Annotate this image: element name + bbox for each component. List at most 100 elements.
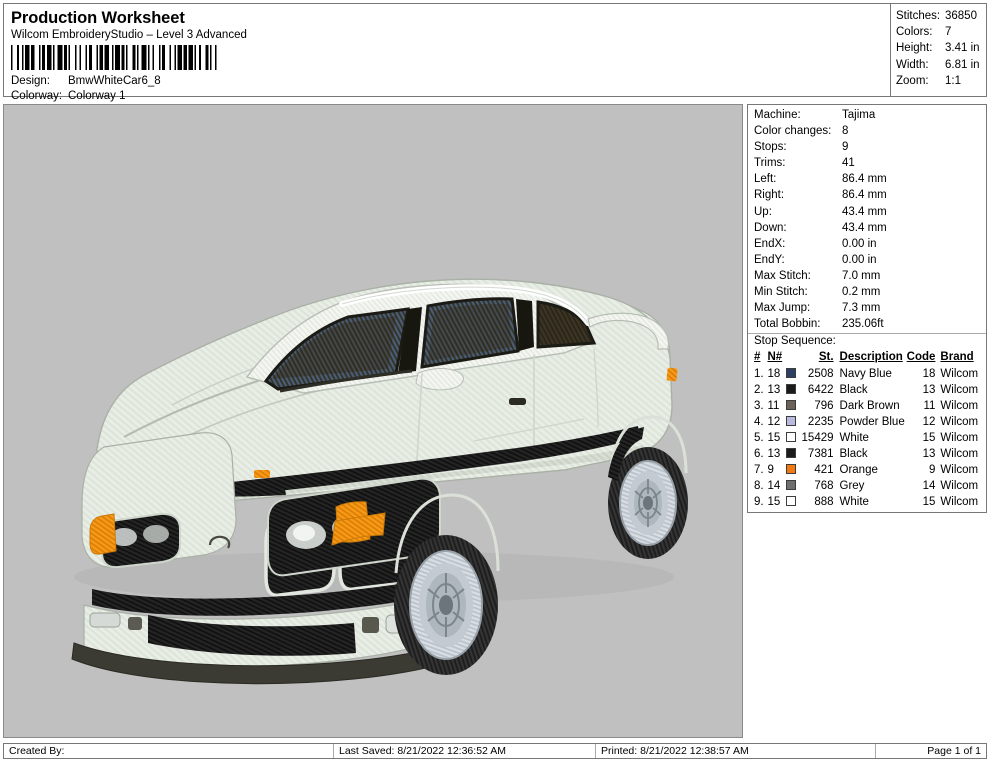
color-swatch-cell xyxy=(785,478,797,494)
machine-info-value: 235.06ft xyxy=(842,316,986,332)
color-swatch-cell xyxy=(785,398,797,414)
thread-brand: Wilcom xyxy=(940,414,986,430)
thread-code: 14 xyxy=(905,478,941,494)
product-subtitle: Wilcom EmbroideryStudio – Level 3 Advanc… xyxy=(11,29,890,42)
machine-info-row: Stops:9 xyxy=(748,139,986,155)
summary-label: Width: xyxy=(896,57,945,73)
machine-info-value: 0.2 mm xyxy=(842,284,986,300)
stitch-count: 421 xyxy=(797,462,838,478)
color-swatch xyxy=(786,448,796,458)
machine-info-value: 8 xyxy=(842,123,986,139)
barcode xyxy=(11,45,221,70)
page-title: Production Worksheet xyxy=(11,9,890,27)
table-row[interactable]: 8.14768Grey14Wilcom xyxy=(748,478,986,494)
table-row[interactable]: 5.1515429White15Wilcom xyxy=(748,430,986,446)
color-swatch xyxy=(786,384,796,394)
machine-info-row: Right:86.4 mm xyxy=(748,187,986,203)
stop-index: 1. xyxy=(748,366,767,382)
stop-sequence-header-row: # N# St. Description Code Brand xyxy=(748,350,986,366)
stop-index: 9. xyxy=(748,494,767,510)
color-swatch-cell xyxy=(785,462,797,478)
colorway-value: Colorway 1 xyxy=(68,89,890,104)
needle-number: 9 xyxy=(767,462,784,478)
summary-value: 6.81 in xyxy=(945,57,986,73)
thread-brand: Wilcom xyxy=(940,382,986,398)
stop-index: 5. xyxy=(748,430,767,446)
machine-info-row: Color changes:8 xyxy=(748,123,986,139)
needle-number: 13 xyxy=(767,446,784,462)
stop-sequence-body: 1.182508Navy Blue18Wilcom2.136422Black13… xyxy=(748,366,986,510)
table-row[interactable]: 6.137381Black13Wilcom xyxy=(748,446,986,462)
stitch-count: 2508 xyxy=(797,366,838,382)
summary-label: Height: xyxy=(896,40,945,56)
machine-info-label: Left: xyxy=(754,171,842,187)
color-description: White xyxy=(839,430,905,446)
table-row[interactable]: 1.182508Navy Blue18Wilcom xyxy=(748,366,986,382)
stop-index: 6. xyxy=(748,446,767,462)
thread-code: 13 xyxy=(905,446,941,462)
needle-number: 14 xyxy=(767,478,784,494)
thread-brand: Wilcom xyxy=(940,366,986,382)
thread-code: 11 xyxy=(905,398,941,414)
thread-brand: Wilcom xyxy=(940,462,986,478)
color-swatch xyxy=(786,368,796,378)
color-swatch xyxy=(786,416,796,426)
stitch-count: 796 xyxy=(797,398,838,414)
table-row[interactable]: 2.136422Black13Wilcom xyxy=(748,382,986,398)
color-swatch-cell xyxy=(785,494,797,510)
machine-info-value: Tajima xyxy=(842,107,986,123)
thread-brand: Wilcom xyxy=(940,494,986,510)
color-swatch xyxy=(786,432,796,442)
summary-label: Stitches: xyxy=(896,8,945,24)
summary-row: Height:3.41 in xyxy=(896,40,986,56)
table-row[interactable]: 3.11796Dark Brown11Wilcom xyxy=(748,398,986,414)
design-value: BmwWhiteCar6_8 xyxy=(68,74,890,89)
needle-number: 12 xyxy=(767,414,784,430)
table-row[interactable]: 9.15888White15Wilcom xyxy=(748,494,986,510)
design-canvas[interactable] xyxy=(3,104,743,738)
color-swatch-cell xyxy=(785,382,797,398)
machine-info-label: Down: xyxy=(754,220,842,236)
footer-created-by: Created By: xyxy=(4,744,334,758)
machine-info-value: 41 xyxy=(842,155,986,171)
machine-info-value: 43.4 mm xyxy=(842,204,986,220)
color-swatch-cell xyxy=(785,446,797,462)
stitch-count: 768 xyxy=(797,478,838,494)
thread-code: 9 xyxy=(905,462,941,478)
stitch-count: 7381 xyxy=(797,446,838,462)
worksheet-page: Production Worksheet Wilcom EmbroiderySt… xyxy=(0,0,990,762)
column-header-stitches: St. xyxy=(797,350,838,366)
table-row[interactable]: 7.9421Orange9Wilcom xyxy=(748,462,986,478)
machine-info-row: EndX:0.00 in xyxy=(748,236,986,252)
column-header-brand: Brand xyxy=(940,350,986,366)
machine-info-row: Left:86.4 mm xyxy=(748,171,986,187)
table-row[interactable]: 4.122235Powder Blue12Wilcom xyxy=(748,414,986,430)
stop-index: 2. xyxy=(748,382,767,398)
machine-info-label: Machine: xyxy=(754,107,842,123)
needle-number: 13 xyxy=(767,382,784,398)
color-swatch-cell xyxy=(785,430,797,446)
summary-value: 36850 xyxy=(945,8,986,24)
machine-info-value: 0.00 in xyxy=(842,236,986,252)
color-description: White xyxy=(839,494,905,510)
color-swatch-cell xyxy=(785,366,797,382)
color-swatch-cell xyxy=(785,414,797,430)
machine-info-row: EndY:0.00 in xyxy=(748,252,986,268)
machine-info-label: EndX: xyxy=(754,236,842,252)
color-swatch xyxy=(786,464,796,474)
thread-code: 12 xyxy=(905,414,941,430)
stitch-count: 6422 xyxy=(797,382,838,398)
thread-brand: Wilcom xyxy=(940,478,986,494)
needle-number: 15 xyxy=(767,494,784,510)
color-description: Grey xyxy=(839,478,905,494)
machine-info-label: Color changes: xyxy=(754,123,842,139)
stitch-count: 888 xyxy=(797,494,838,510)
column-header-swatch xyxy=(785,350,797,366)
column-header-needle: N# xyxy=(767,350,784,366)
summary-row: Colors:7 xyxy=(896,24,986,40)
worksheet-footer: Created By: Last Saved: 8/21/2022 12:36:… xyxy=(3,743,987,759)
stop-sequence-table: # N# St. Description Code Brand 1.182508… xyxy=(748,350,986,510)
summary-value: 1:1 xyxy=(945,73,986,89)
stop-index: 3. xyxy=(748,398,767,414)
machine-info-row: Min Stitch:0.2 mm xyxy=(748,284,986,300)
